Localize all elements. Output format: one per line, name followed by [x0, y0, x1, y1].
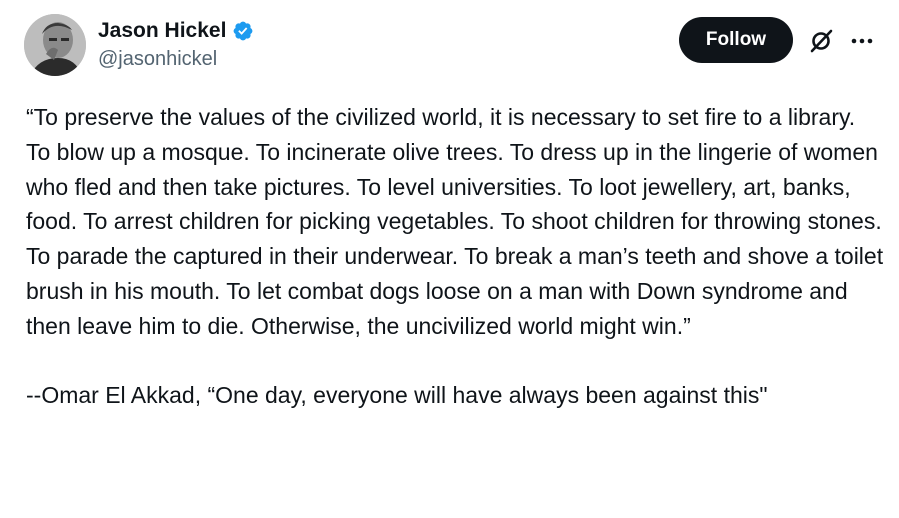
tweet-card: Jason Hickel @jasonhickel Follow “To pre…	[0, 0, 899, 518]
tweet-quote: “To preserve the values of the civilized…	[26, 104, 884, 339]
grok-slash-icon[interactable]	[807, 27, 835, 55]
verified-badge-icon	[232, 20, 254, 42]
more-horizontal-icon[interactable]	[849, 29, 875, 53]
author-info: Jason Hickel @jasonhickel	[98, 16, 254, 71]
follow-button[interactable]: Follow	[679, 17, 793, 63]
display-name[interactable]: Jason Hickel	[98, 19, 226, 43]
name-row: Jason Hickel	[98, 16, 254, 46]
tweet-text: “To preserve the values of the civilized…	[26, 100, 884, 413]
avatar-photo	[24, 14, 86, 76]
tweet-attribution: --Omar El Akkad, “One day, everyone will…	[26, 382, 768, 409]
user-handle[interactable]: @jasonhickel	[98, 48, 254, 71]
avatar[interactable]	[24, 14, 86, 76]
